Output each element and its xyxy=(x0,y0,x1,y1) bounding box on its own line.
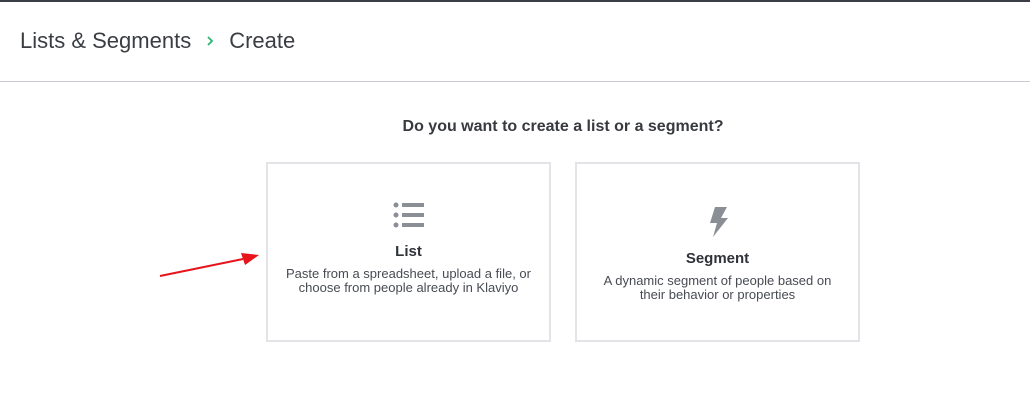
page-question: Do you want to create a list or a segmen… xyxy=(402,118,724,135)
annotation-arrow-icon xyxy=(159,253,259,277)
segment-option-title: Segment xyxy=(685,250,750,267)
segment-option-description: A dynamic segment of people based on the… xyxy=(603,273,832,302)
create-segment-option[interactable]: Segment A dynamic segment of people base… xyxy=(575,162,860,342)
page-header: Lists & Segments Create xyxy=(0,2,1030,82)
breadcrumb-current: Create xyxy=(229,28,296,53)
list-option-title: List xyxy=(395,243,422,260)
list-option-description: Paste from a spreadsheet, upload a file,… xyxy=(286,266,531,295)
breadcrumb: Lists & Segments Create xyxy=(20,28,295,54)
list-icon xyxy=(393,202,424,228)
chevron-right-icon xyxy=(207,36,214,46)
breadcrumb-lists-segments-link[interactable]: Lists & Segments xyxy=(20,28,191,54)
create-list-option[interactable]: List Paste from a spreadsheet, upload a … xyxy=(266,162,551,342)
lightning-icon xyxy=(709,207,728,237)
